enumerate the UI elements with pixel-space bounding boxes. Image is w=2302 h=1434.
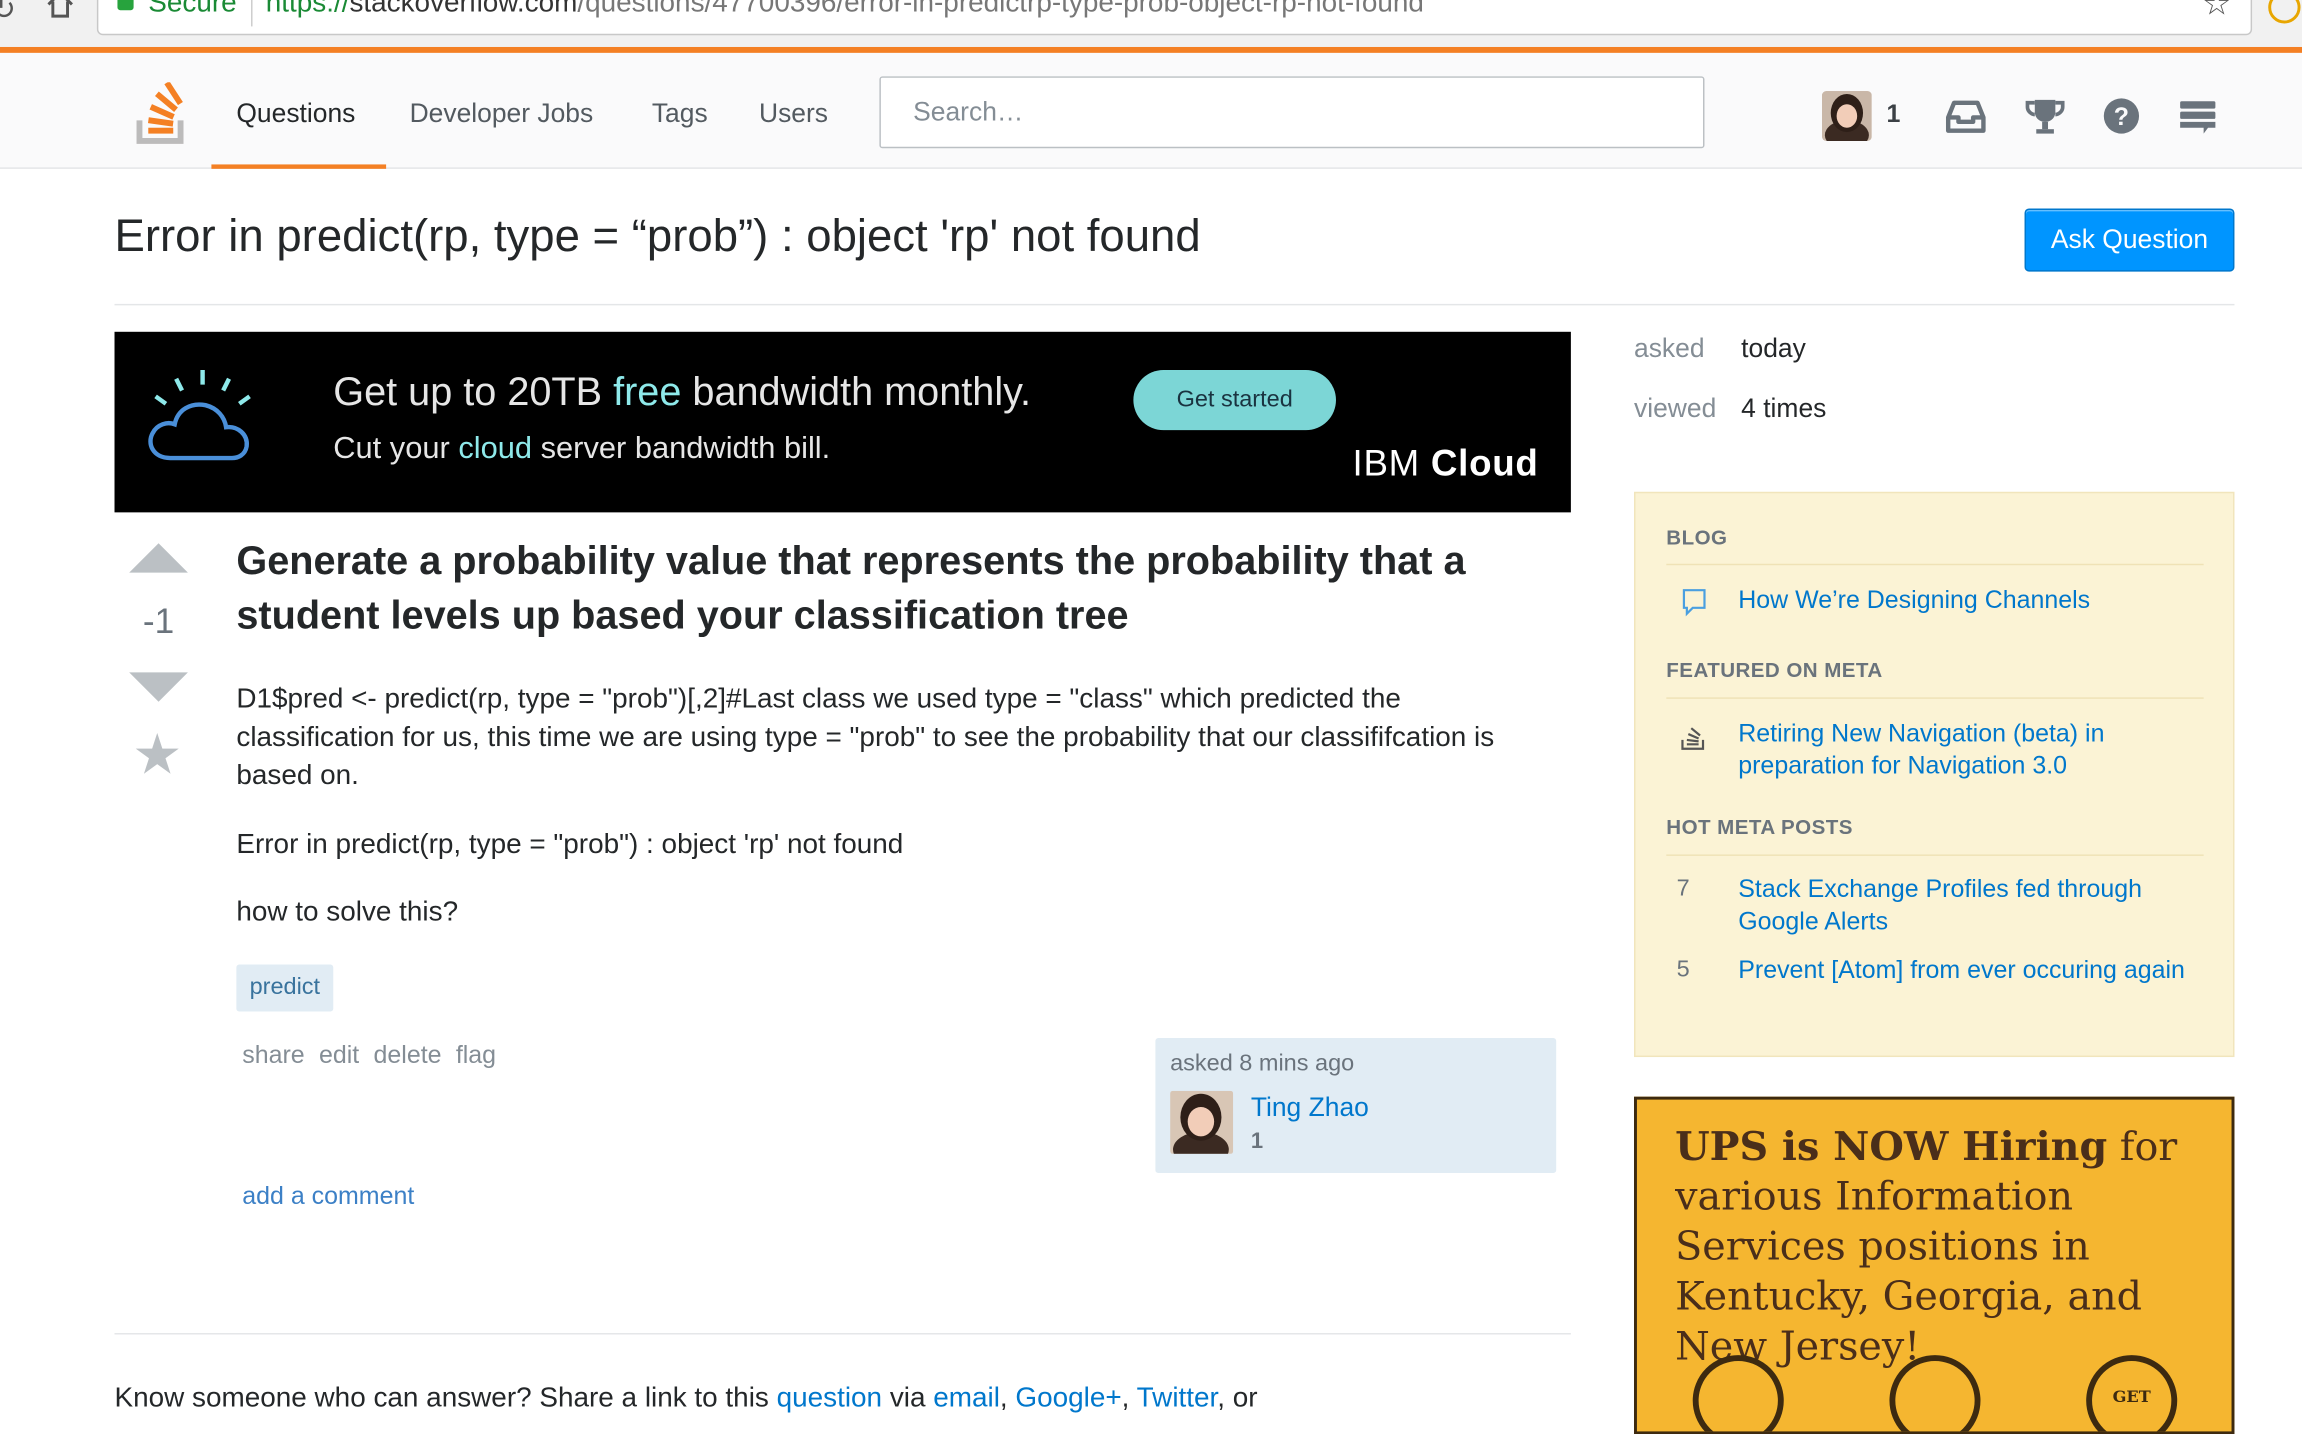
stat-viewed-value: 4 times bbox=[1741, 393, 1827, 423]
lock-icon bbox=[117, 0, 134, 11]
upvote-arrow-icon[interactable] bbox=[129, 543, 188, 573]
ups-hiring-ad[interactable]: UPS is NOW Hiring for various Informatio… bbox=[1634, 1096, 2235, 1434]
delete-link[interactable]: delete bbox=[374, 1041, 442, 1069]
reload-icon[interactable]: ↻ bbox=[0, 0, 16, 28]
search-input[interactable] bbox=[879, 76, 1705, 149]
post-owner-card: asked 8 mins ago Ting Zhao 1 bbox=[1155, 1037, 1557, 1174]
url-scheme: https:// bbox=[265, 0, 350, 20]
svg-text:?: ? bbox=[2114, 103, 2129, 131]
stack-logo-small-icon bbox=[1681, 727, 1705, 750]
share-text-part: , bbox=[1121, 1382, 1137, 1414]
speech-bubble-icon bbox=[1682, 589, 1706, 617]
inbox-icon[interactable] bbox=[1942, 94, 1989, 138]
brand-cloud: Cloud bbox=[1430, 443, 1539, 485]
vote-count: -1 bbox=[142, 601, 175, 642]
ad-headline: Get up to 20TB free bandwidth monthly. bbox=[333, 370, 1031, 416]
section-divider bbox=[1666, 854, 2204, 856]
nav-questions[interactable]: Questions bbox=[236, 98, 355, 129]
stackoverflow-logo-icon[interactable] bbox=[135, 82, 191, 147]
flag-link[interactable]: flag bbox=[456, 1041, 496, 1069]
share-googleplus-link[interactable]: Google+ bbox=[1015, 1383, 1121, 1414]
secure-label: Secure bbox=[148, 0, 237, 20]
share-text-part: , or bbox=[1217, 1382, 1258, 1414]
share-email-link[interactable]: email bbox=[933, 1383, 1000, 1414]
post-paragraph: D1$pred <- predict(rp, type = "prob")[,2… bbox=[236, 684, 1495, 792]
site-header: Questions Developer Jobs Tags Users 1 ? bbox=[0, 46, 2302, 169]
share-text-part: , bbox=[999, 1382, 1016, 1414]
ad-headline-part: bandwidth monthly. bbox=[681, 369, 1032, 415]
home-icon[interactable] bbox=[44, 0, 76, 21]
hot-meta-heading: HOT META POSTS bbox=[1666, 814, 1853, 839]
ad-subline-highlight: cloud bbox=[458, 431, 533, 466]
help-icon[interactable]: ? bbox=[2098, 94, 2145, 138]
share-question-link[interactable]: question bbox=[777, 1383, 882, 1414]
hot-post-count: 7 bbox=[1676, 876, 1690, 902]
bookmark-star-icon[interactable]: ☆ bbox=[2202, 0, 2231, 23]
url-host: stackoverflow.com bbox=[349, 0, 578, 20]
question-title[interactable]: Error in predict(rp, type = “prob”) : ob… bbox=[115, 210, 1201, 263]
address-separator bbox=[251, 0, 253, 27]
blog-post-link[interactable]: How We’re Designing Channels bbox=[1738, 584, 2193, 616]
favorite-star-icon[interactable]: ★ bbox=[132, 728, 182, 784]
share-text-part: Know someone who can answer? Share a lin… bbox=[114, 1382, 777, 1414]
url-text[interactable]: https://stackoverflow.com/questions/4770… bbox=[266, 0, 1424, 21]
owner-reputation: 1 bbox=[1250, 1128, 1264, 1154]
answers-divider bbox=[114, 1333, 1571, 1335]
stat-viewed-label: viewed bbox=[1634, 393, 1717, 423]
page: ↻ Secure https://stackoverflow.com/quest… bbox=[0, 0, 2302, 1434]
tag-predict[interactable]: predict bbox=[236, 964, 334, 1012]
share-link[interactable]: share bbox=[242, 1041, 304, 1069]
nav-tags[interactable]: Tags bbox=[652, 98, 708, 129]
title-divider bbox=[114, 303, 2235, 306]
stat-asked-value: today bbox=[1741, 333, 1806, 363]
user-reputation: 1 bbox=[1886, 99, 1901, 128]
active-nav-indicator bbox=[211, 164, 387, 169]
asked-time: asked 8 mins ago bbox=[1170, 1051, 1355, 1077]
nav-developer-jobs[interactable]: Developer Jobs bbox=[410, 98, 594, 129]
ad-subline: Cut your cloud server bandwidth bill. bbox=[333, 432, 830, 467]
share-text-part: via bbox=[882, 1382, 934, 1414]
hot-post-count: 5 bbox=[1676, 957, 1690, 983]
hot-meta-post-link[interactable]: Stack Exchange Profiles fed through Goog… bbox=[1738, 874, 2193, 939]
url-path: /questions/47700396/error-in-predictrp-t… bbox=[577, 0, 1424, 20]
share-prompt: Know someone who can answer? Share a lin… bbox=[115, 1383, 1258, 1415]
featured-meta-heading: FEATURED ON META bbox=[1666, 657, 1883, 682]
ad-get-started-button[interactable]: Get started bbox=[1133, 369, 1336, 431]
ad-headline-part: Get up to 20TB bbox=[333, 369, 614, 415]
ask-question-button[interactable]: Ask Question bbox=[2024, 208, 2235, 272]
browser-toolbar: ↻ Secure https://stackoverflow.com/quest… bbox=[0, 0, 2302, 47]
ad-subline-part: Cut your bbox=[333, 431, 459, 466]
ad-headline-highlight: free bbox=[613, 369, 682, 415]
post-heading: Generate a probability value that repres… bbox=[236, 538, 1466, 638]
add-comment-link[interactable]: add a comment bbox=[242, 1182, 414, 1211]
brand-ibm: IBM bbox=[1352, 443, 1431, 485]
ibm-cloud-icon bbox=[148, 369, 251, 461]
owner-avatar[interactable] bbox=[1170, 1090, 1234, 1154]
stat-asked-label: asked bbox=[1634, 333, 1705, 363]
ibm-cloud-ad[interactable]: Get up to 20TB free bandwidth monthly. C… bbox=[114, 331, 1571, 513]
share-twitter-link[interactable]: Twitter bbox=[1137, 1383, 1218, 1414]
post-paragraph: how to solve this? bbox=[236, 897, 459, 928]
post-paragraph: Error in predict(rp, type = "prob") : ob… bbox=[236, 829, 904, 861]
ups-ad-bold: UPS is NOW Hiring bbox=[1675, 1124, 2108, 1171]
nav-users[interactable]: Users bbox=[759, 98, 828, 129]
featured-meta-link[interactable]: Retiring New Navigation (beta) in prepar… bbox=[1738, 718, 2193, 783]
extension-icon[interactable] bbox=[2268, 0, 2301, 24]
blog-section-heading: BLOG bbox=[1666, 525, 1728, 550]
achievements-trophy-icon[interactable] bbox=[2022, 94, 2069, 138]
ibm-cloud-brand: IBM Cloud bbox=[1353, 443, 1539, 486]
user-avatar[interactable] bbox=[1821, 91, 1872, 141]
post-menu: share edit delete flag bbox=[242, 1041, 503, 1070]
edit-link[interactable]: edit bbox=[319, 1041, 359, 1069]
community-bulletin: BLOG How We’re Designing Channels FEATUR… bbox=[1634, 491, 2235, 1058]
site-switcher-icon[interactable] bbox=[2174, 94, 2221, 138]
section-divider bbox=[1666, 697, 2204, 699]
ad-subline-part: server bandwidth bill. bbox=[532, 431, 831, 466]
section-divider bbox=[1666, 563, 2204, 566]
owner-name-link[interactable]: Ting Zhao bbox=[1251, 1092, 1369, 1123]
hot-meta-post-link[interactable]: Prevent [Atom] from ever occuring again bbox=[1738, 954, 2193, 986]
downvote-arrow-icon[interactable] bbox=[129, 672, 188, 702]
ups-ad-text: UPS is NOW Hiring for various Informatio… bbox=[1675, 1123, 2218, 1373]
